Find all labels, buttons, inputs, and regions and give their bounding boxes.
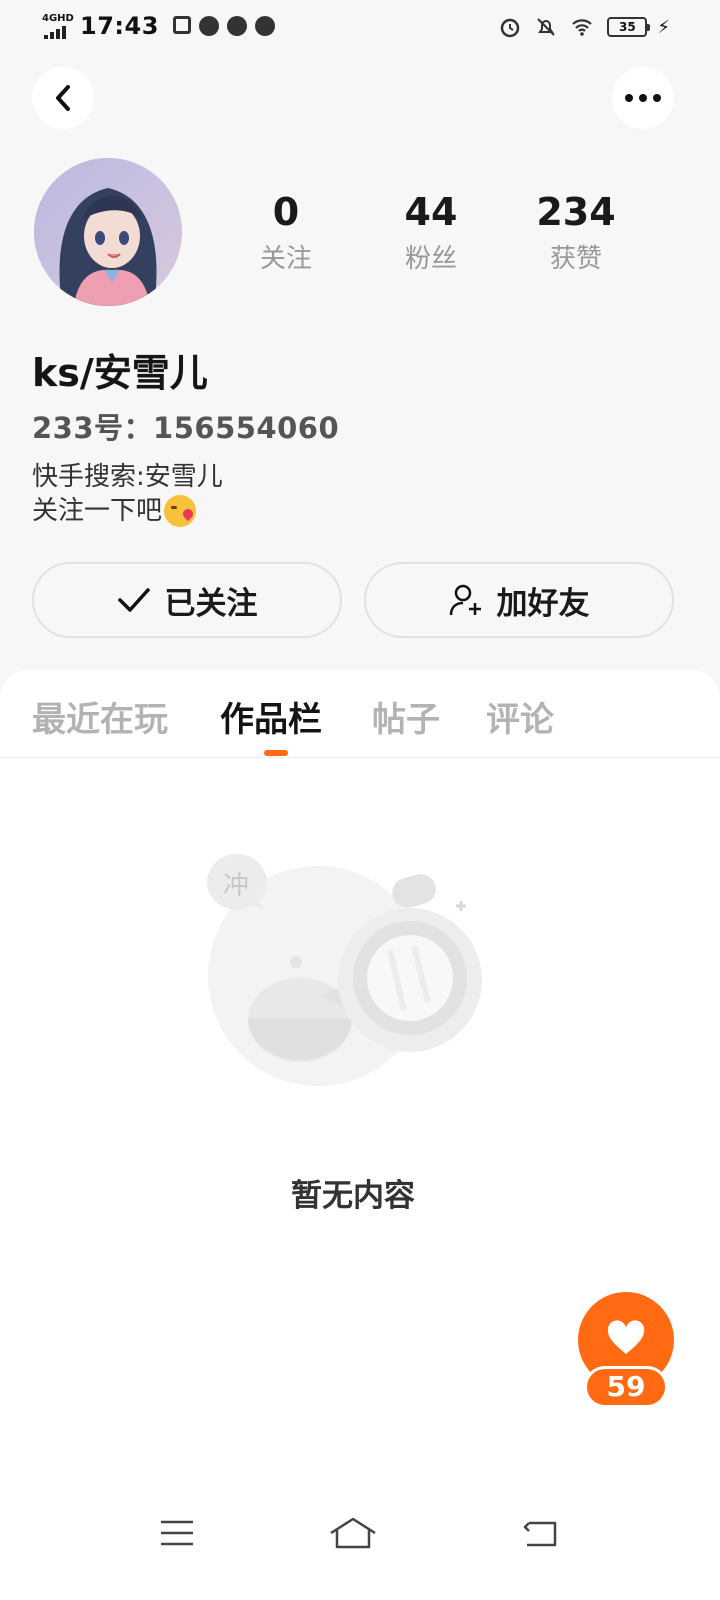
bio-text: 快手搜索:安雪儿 [32,462,223,492]
status-left: 4GHD 17:43 [42,12,275,40]
home-button[interactable] [318,1508,388,1558]
network-type: 4GHD [42,13,74,24]
system-nav-bar [0,1480,720,1580]
followed-label: 已关注 [164,585,258,622]
user-id[interactable]: 233号：156554060 [32,405,339,447]
tab-bar: 最近在玩 作品栏 帖子 评论 [0,670,720,758]
add-user-icon [449,584,481,616]
tab-posts[interactable]: 帖子 [372,692,440,741]
empty-state-illustration-icon: 冲 [207,854,482,1086]
bio-line: 快手搜索:安雪儿 [32,460,223,494]
add-friend-label: 加好友 [496,585,590,622]
heart-icon [607,1320,645,1354]
active-tab-indicator [264,750,288,756]
nickname: ks/安雪儿 [32,351,208,395]
stat-label: 粉丝 [404,244,457,274]
stat-value: 234 [536,190,616,234]
mute-icon [537,18,556,36]
like-count-badge: 59 [584,1366,668,1408]
bio: 快手搜索:安雪儿 关注一下吧 [32,460,223,528]
back-button[interactable] [32,67,94,129]
stat-label: 获赞 [549,244,602,274]
add-friend-button[interactable]: 加好友 [364,562,674,638]
more-button[interactable] [612,67,674,129]
search-notification-icon [254,16,275,36]
alarm-icon [501,18,520,38]
home-icon [330,1517,376,1549]
back-icon [523,1521,557,1547]
more-dots-icon [625,94,661,102]
clock: 17:43 [80,12,159,40]
stat-value: 0 [272,190,300,234]
stat-following[interactable]: 0 关注 [226,190,346,275]
signal-icon [44,26,66,39]
chevron-left-icon [56,85,70,111]
wifi-icon [572,19,593,36]
menu-button[interactable] [142,1508,212,1558]
tab-recently-played[interactable]: 最近在玩 [32,692,168,741]
stat-fans[interactable]: 44 粉丝 [371,190,491,275]
back-nav-button[interactable] [504,1508,574,1558]
bio-text: 关注一下吧 [32,496,163,526]
status-right: 35 ⚡ [499,16,670,38]
stat-label: 关注 [259,244,312,274]
status-bar: 4GHD 17:43 35 ⚡ [0,0,720,56]
content-panel: 最近在玩 作品栏 帖子 评论 冲 暂无内容 59 [0,670,720,1600]
check-icon [117,588,150,612]
stat-value: 44 [404,190,458,234]
tab-works[interactable]: 作品栏 [220,692,322,741]
notification-icons [172,16,275,36]
stat-likes[interactable]: 234 获赞 [516,190,636,275]
tab-comments[interactable]: 评论 [486,692,554,741]
avatar[interactable] [34,158,182,306]
qq-notification-icon [226,16,247,36]
avatar-image [34,158,182,306]
kiss-emoji-icon [164,495,197,527]
charging-icon: ⚡ [657,16,670,38]
network-indicator: 4GHD [42,12,74,40]
menu-icon [161,1520,193,1546]
empty-state-text: 暂无内容 [291,1178,415,1214]
empty-bubble-text: 冲 [223,871,249,901]
followed-button[interactable]: 已关注 [32,562,342,638]
battery-icon: 35 [607,17,651,37]
screenshot-notification-icon [172,16,191,34]
play-notification-icon [198,16,219,36]
bio-line: 关注一下吧 [32,494,223,528]
